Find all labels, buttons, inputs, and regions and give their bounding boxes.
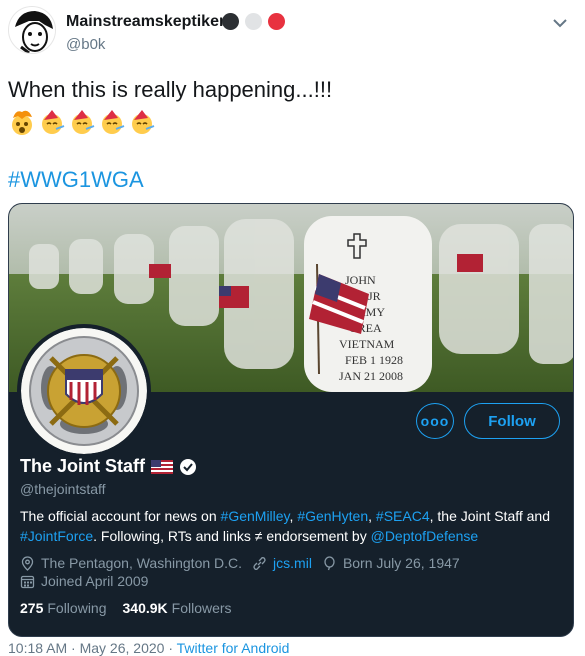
partying-face-emoji-icon [132, 110, 155, 134]
avatar-face-icon [9, 7, 55, 53]
author-avatar[interactable] [8, 6, 56, 54]
profile-joined-row: Joined April 2009 [20, 573, 148, 589]
profile-card[interactable]: JOHN EK JR ARMY OREA VIETNAM FEB 1 1928 … [8, 203, 574, 637]
followers-count: 340.9K [122, 600, 168, 616]
profile-name[interactable]: The Joint Staff [20, 456, 145, 477]
profile-handle[interactable]: @thejointstaff [20, 481, 106, 497]
profile-joined-date: Joined April 2009 [41, 573, 149, 589]
author-handle[interactable]: @b0k [66, 36, 105, 53]
black-circle-icon [222, 13, 239, 30]
following-count: 275 [20, 600, 44, 616]
tweet-text: When this is really happening...!!! [8, 77, 333, 102]
followers-label: Followers [171, 600, 232, 616]
bio-hashtag-link[interactable]: #SEAC4 [376, 508, 430, 524]
bio-text: , [368, 508, 376, 524]
profile-name-row: The Joint Staff [20, 456, 197, 477]
bio-text: , the Joint Staff and [429, 508, 551, 524]
chevron-down-icon[interactable] [549, 12, 571, 34]
more-options-button[interactable]: ooo [416, 403, 454, 439]
profile-location: The Pentagon, Washington D.C. [41, 555, 243, 571]
following-stat[interactable]: 275 Following [20, 600, 107, 616]
white-circle-icon [245, 13, 262, 30]
partying-face-emoji-icon [102, 110, 125, 134]
hashtag-link[interactable]: #WWG1WGA [8, 167, 144, 193]
location-pin-icon [21, 555, 34, 571]
profile-birthdate: Born July 26, 1947 [342, 555, 460, 571]
tweet-timestamp[interactable]: 10:18 AM · May 26, 2020 · [8, 640, 177, 656]
headstone-line: JOHN [345, 273, 376, 287]
partying-face-emoji-icon [72, 110, 95, 134]
calendar-icon [20, 575, 35, 588]
link-icon [253, 556, 266, 570]
author-display-name[interactable]: Mainstreamskeptiker [66, 13, 225, 31]
verified-badge-icon [180, 458, 196, 475]
tweet-emoji-row [8, 108, 156, 136]
red-circle-icon [268, 13, 285, 30]
followers-stat[interactable]: 340.9K Followers [123, 600, 232, 616]
bio-text: The official account for news on [20, 508, 221, 524]
profile-meta-row: The Pentagon, Washington D.C. jcs.mil Bo… [20, 555, 460, 571]
profile-stats: 275 Following 340.9K Followers [20, 600, 232, 616]
partying-face-emoji-icon [42, 110, 65, 134]
follow-button[interactable]: Follow [464, 403, 560, 439]
profile-bio: The official account for news on #GenMil… [20, 506, 565, 546]
headstone-line: VIETNAM [339, 337, 395, 351]
bio-mention-link[interactable]: @DeptofDefense [371, 528, 479, 544]
bio-hashtag-link[interactable]: #JointForce [20, 528, 93, 544]
profile-avatar[interactable] [17, 324, 151, 458]
joint-staff-seal-icon [21, 328, 147, 454]
headstone-line: JAN 21 2008 [339, 369, 403, 383]
bio-hashtag-link[interactable]: #GenMilley [221, 508, 290, 524]
tweet-footer: 10:18 AM · May 26, 2020 · Twitter for An… [8, 640, 289, 656]
bio-hashtag-link[interactable]: #GenHyten [297, 508, 368, 524]
tweet-source-link[interactable]: Twitter for Android [177, 640, 290, 656]
us-flag-icon [151, 459, 173, 474]
profile-website-link[interactable]: jcs.mil [273, 555, 312, 571]
name-emoji-dots [222, 13, 285, 30]
following-label: Following [47, 600, 107, 616]
balloon-icon [324, 555, 335, 570]
bio-text: . Following, RTs and links ≠ endorsement… [93, 528, 371, 544]
exploding-head-emoji-icon [12, 110, 32, 135]
headstone-line: FEB 1 1928 [345, 353, 403, 367]
